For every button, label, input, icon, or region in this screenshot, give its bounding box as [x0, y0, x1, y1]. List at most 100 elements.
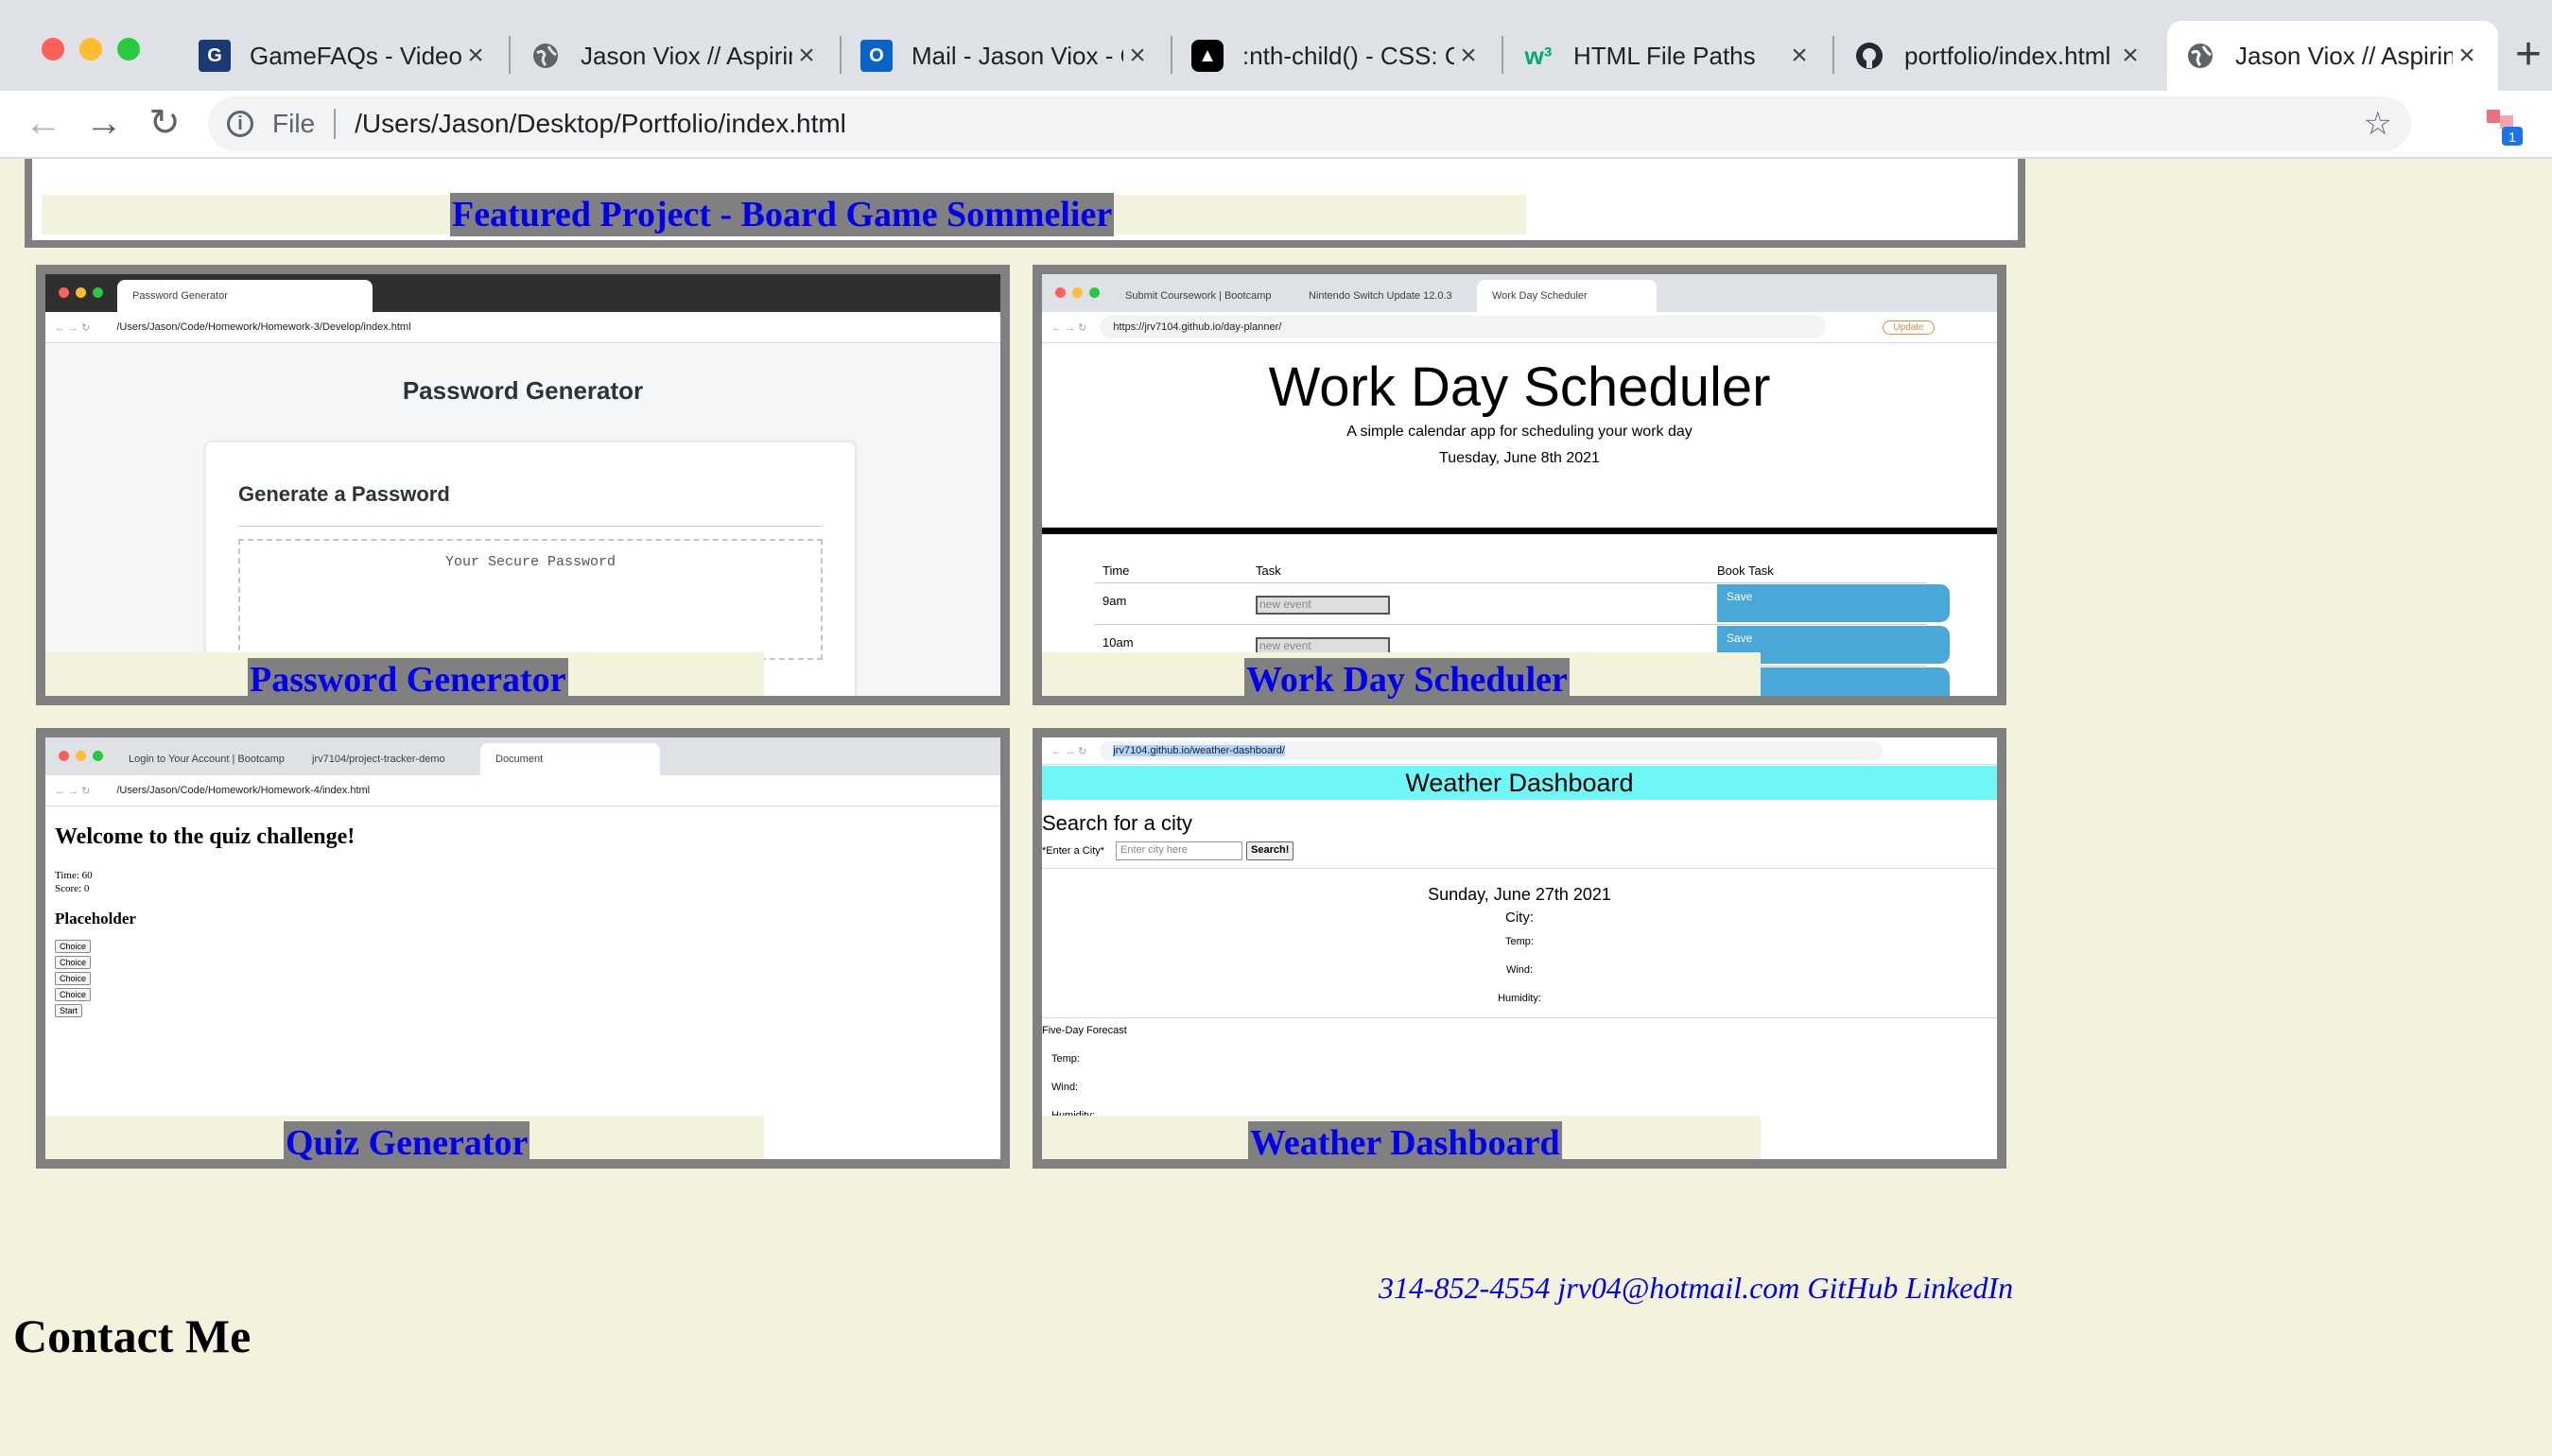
- close-tab-icon[interactable]: ×: [461, 40, 490, 72]
- scheduler-divider: [1042, 528, 1997, 534]
- new-tab-button[interactable]: +: [2515, 28, 2542, 80]
- mini-min-dot: [76, 751, 86, 761]
- tab-divider: [1502, 36, 1503, 74]
- close-tab-icon[interactable]: ×: [1454, 40, 1483, 72]
- globe-icon: [529, 40, 562, 72]
- phone-link[interactable]: 314-852-4554: [1379, 1271, 1550, 1305]
- linkedin-link[interactable]: LinkedIn: [1905, 1271, 2013, 1305]
- tab-strip: G GameFAQs - Video Game Cheats × Jason V…: [0, 0, 2552, 91]
- project-card-work-day-scheduler[interactable]: Submit Coursework | Bootcamp Nintendo Sw…: [1033, 265, 2006, 705]
- outlook-icon: O: [860, 40, 893, 72]
- tab-divider: [509, 36, 511, 74]
- scheduler-subtitle: A simple calendar app for scheduling you…: [1346, 424, 1693, 440]
- github-link[interactable]: GitHub: [1807, 1271, 1898, 1305]
- quiz-heading: Welcome to the quiz challenge!: [55, 824, 356, 849]
- tab-title: GameFAQs - Video Game Cheats: [250, 41, 461, 70]
- close-tab-icon[interactable]: ×: [1785, 40, 1814, 72]
- email-link[interactable]: jrv04@hotmail.com: [1557, 1271, 1799, 1305]
- tab-title: Mail - Jason Viox - Outlook: [911, 41, 1123, 70]
- project-card-password-generator[interactable]: Password Generator ← → ↻ /Users/Jason/Cod…: [36, 265, 1010, 705]
- back-arrow-icon[interactable]: ←: [17, 96, 70, 149]
- quiz-choice: Choice: [55, 972, 92, 985]
- mini-tab-strip: Submit Coursework | Bootcamp Nintendo Sw…: [1042, 274, 1997, 312]
- close-tab-icon[interactable]: ×: [2116, 40, 2144, 72]
- mini-nav-icons: ← → ↻: [55, 321, 91, 334]
- tab-divider: [1832, 36, 1834, 74]
- extension-icon[interactable]: 1: [2483, 104, 2525, 146]
- scheduler-title: Work Day Scheduler: [1268, 356, 1771, 418]
- minimize-window-button[interactable]: [79, 38, 102, 61]
- url-text[interactable]: /Users/Jason/Desktop/Portfolio/index.htm…: [355, 109, 846, 139]
- zoom-window-button[interactable]: [117, 38, 140, 61]
- address-divider: [334, 109, 337, 139]
- mini-min-dot: [76, 287, 86, 298]
- w3schools-icon: w³: [1524, 41, 1553, 70]
- bookmark-star-icon[interactable]: ☆: [2364, 105, 2392, 143]
- tab-portfolio[interactable]: Jason Viox // Aspiring Developer ×: [512, 21, 838, 91]
- mini-tab: Document: [480, 743, 660, 775]
- contact-links: 314-852-4554 jrv04@hotmail.com GitHub Linke…: [1379, 1271, 2021, 1306]
- close-tab-icon[interactable]: ×: [2453, 40, 2481, 72]
- weather-search-heading: Search for a city: [1042, 811, 1192, 835]
- tab-gamefaqs[interactable]: G GameFAQs - Video Game Cheats ×: [182, 21, 507, 91]
- tab-outlook[interactable]: O Mail - Jason Viox - Outlook ×: [843, 21, 1169, 91]
- mini-tab-title: Document: [495, 754, 544, 765]
- quiz-time: Time: 60: [55, 870, 93, 881]
- featured-project-caption[interactable]: Featured Project - Board Game Sommelier: [450, 193, 1115, 236]
- contact-heading: Contact Me: [13, 1309, 252, 1362]
- mini-tab: jrv7104/project-tracker-demo: [297, 743, 477, 775]
- mini-tab-title: Password Generator: [132, 290, 228, 302]
- table-divider: [1095, 582, 1927, 583]
- mini-address-bar: ← → ↻ jrv7104.github.io/weather-dashboard…: [1042, 737, 1997, 765]
- pg-heading: Password Generator: [402, 376, 644, 405]
- project-card-weather-dashboard[interactable]: ← → ↻ jrv7104.github.io/weather-dashboard…: [1033, 728, 2006, 1169]
- weather-city-input: Enter city here: [1116, 841, 1242, 860]
- mini-tab-title: Submit Coursework | Bootcamp: [1125, 290, 1272, 302]
- password-generator-caption[interactable]: Password Generator: [248, 658, 568, 702]
- gamefaqs-icon: G: [199, 40, 231, 72]
- scheme-label: File: [272, 109, 316, 138]
- reload-icon[interactable]: ↻: [138, 96, 191, 149]
- row-save-button: Save: [1717, 584, 1950, 622]
- mini-tab-strip: Login to Your Account | Bootcamp jrv7104…: [45, 737, 1000, 775]
- tab-portfolio-active[interactable]: Jason Viox // Aspiring Developer ×: [2167, 21, 2498, 91]
- mini-tab-strip: Password Generator: [45, 274, 1000, 312]
- forward-arrow-icon[interactable]: →: [78, 96, 130, 149]
- col-book-task: Book Task: [1717, 563, 1774, 578]
- mini-max-dot: [93, 751, 103, 761]
- project-card-quiz-generator[interactable]: Login to Your Account | Bootcamp jrv7104…: [36, 728, 1010, 1169]
- info-icon[interactable]: i: [227, 111, 253, 137]
- tab-github[interactable]: portfolio/index.html ×: [1836, 21, 2161, 91]
- weather-dashboard-caption[interactable]: Weather Dashboard: [1248, 1121, 1562, 1165]
- tab-divider: [1171, 36, 1172, 74]
- close-window-button[interactable]: [42, 38, 64, 61]
- quiz-generator-caption[interactable]: Quiz Generator: [284, 1121, 530, 1165]
- mini-url: jrv7104.github.io/weather-dashboard/: [1100, 741, 1884, 760]
- tab-w3schools[interactable]: w³ HTML File Paths ×: [1505, 21, 1831, 91]
- mini-min-dot: [1072, 287, 1083, 298]
- quiz-question: Placeholder: [55, 910, 136, 927]
- mini-address-bar: ← → ↻ /Users/Jason/Code/Homework/Homework…: [45, 312, 1000, 343]
- weather-dashboard-screenshot: ← → ↻ jrv7104.github.io/weather-dashboard…: [1042, 737, 1997, 1159]
- mini-nav-icons: ← → ↻: [1051, 321, 1087, 334]
- work-day-scheduler-screenshot: Submit Coursework | Bootcamp Nintendo Sw…: [1042, 274, 1997, 696]
- close-tab-icon[interactable]: ×: [1123, 40, 1152, 72]
- mini-close-dot: [59, 287, 69, 298]
- page-viewport: Featured Project - Board Game Sommelier …: [0, 159, 2552, 1456]
- weather-temp: Temp:: [1505, 936, 1534, 947]
- close-tab-icon[interactable]: ×: [792, 40, 821, 72]
- row-task-input: new event: [1256, 596, 1390, 615]
- quiz-choice: Choice: [55, 988, 92, 1001]
- quiz-choice: Choice: [55, 940, 92, 953]
- work-day-scheduler-caption[interactable]: Work Day Scheduler: [1244, 658, 1570, 702]
- mini-tab-title: Login to Your Account | Bootcamp: [129, 754, 285, 765]
- quiz-choice: Choice: [55, 956, 92, 969]
- col-time: Time: [1102, 563, 1130, 578]
- mini-update-button: Update: [1883, 320, 1935, 335]
- mini-tab-title: jrv7104/project-tracker-demo: [312, 754, 445, 765]
- table-row: 9am new event Save: [1095, 584, 1950, 625]
- mini-tab: Nintendo Switch Update 12.0.3: [1293, 280, 1473, 312]
- tab-mdn[interactable]: ▲ :nth-child() - CSS: Cascading ×: [1174, 21, 1500, 91]
- mini-max-dot: [93, 287, 103, 298]
- address-bar[interactable]: i File /Users/Jason/Desktop/Portfolio/in…: [208, 96, 2411, 151]
